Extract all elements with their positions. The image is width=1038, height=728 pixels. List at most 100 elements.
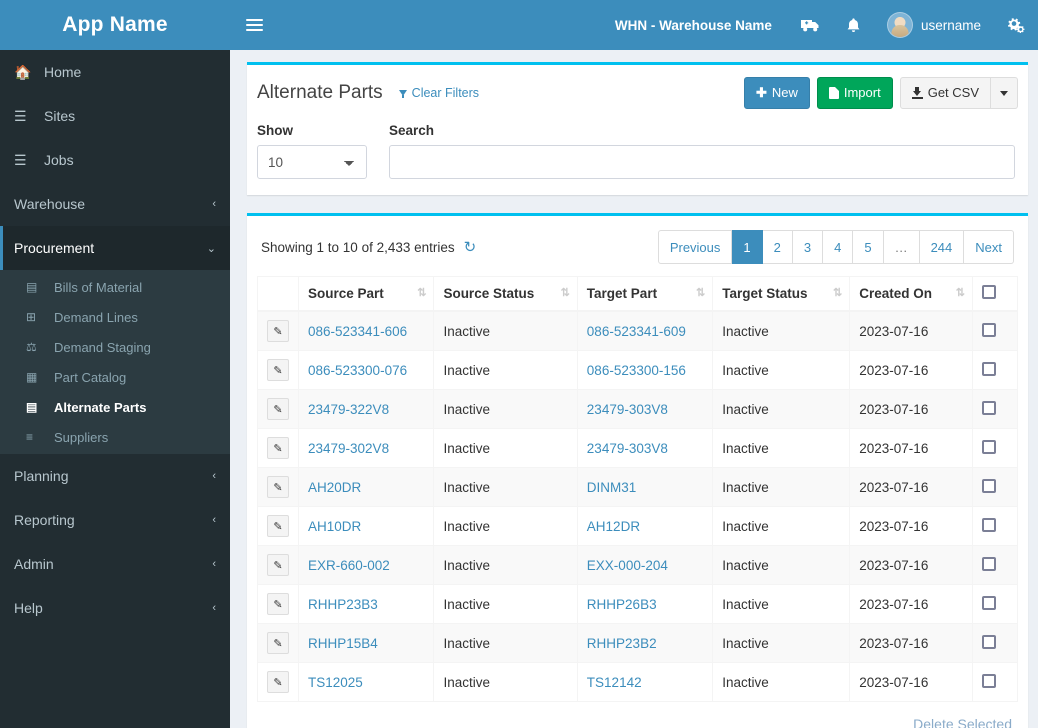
target-part-link[interactable]: RHHP26B3	[587, 597, 657, 612]
source-part-link[interactable]: 23479-302V8	[308, 441, 389, 456]
row-checkbox[interactable]	[982, 322, 996, 337]
source-part-link[interactable]: 086-523300-076	[308, 363, 407, 378]
target-part-link[interactable]: 23479-303V8	[587, 402, 668, 417]
settings-button[interactable]	[994, 0, 1038, 50]
sidebar-item-procurement[interactable]: Procurement ⌄	[0, 226, 230, 270]
column-source-part[interactable]: Source Part ⇅	[297, 276, 435, 313]
sidebar-item-demand-staging[interactable]: ⚖ Demand Staging	[0, 332, 230, 362]
clear-filters-button[interactable]: Clear Filters	[398, 86, 479, 100]
pagination-page-4[interactable]: 4	[823, 230, 854, 265]
cell-select	[972, 310, 1018, 352]
sidebar-item-admin[interactable]: Admin ‹	[0, 542, 230, 586]
notifications-button[interactable]	[833, 0, 874, 50]
sidebar-item-help[interactable]: Help ‹	[0, 586, 230, 630]
source-part-link[interactable]: RHHP23B3	[308, 597, 378, 612]
cell-select	[972, 584, 1018, 625]
pagination-page-5[interactable]: 5	[853, 230, 884, 265]
sidebar-item-bills-of-material[interactable]: ▤ Bills of Material	[0, 272, 230, 302]
source-part-link[interactable]: AH20DR	[308, 480, 361, 495]
edit-row-button[interactable]: ✎	[267, 398, 289, 421]
row-checkbox[interactable]	[982, 400, 996, 415]
get-csv-dropdown-button[interactable]	[991, 77, 1018, 110]
user-menu-button[interactable]: username	[874, 0, 994, 50]
cell-created-on: 2023-07-16	[849, 584, 973, 625]
edit-row-button[interactable]: ✎	[267, 515, 289, 538]
source-part-link[interactable]: TS12025	[308, 675, 363, 690]
edit-row-button[interactable]: ✎	[267, 476, 289, 499]
select-all-checkbox[interactable]	[982, 285, 996, 300]
edit-row-button[interactable]: ✎	[267, 437, 289, 460]
cell-source-status: Inactive	[433, 623, 578, 664]
new-button[interactable]: ✚ New	[743, 77, 810, 110]
row-checkbox[interactable]	[982, 673, 996, 688]
table-icon: ▤	[26, 280, 38, 294]
sidebar-subitem-label: Suppliers	[54, 429, 109, 445]
show-entries-select[interactable]: 10 25 50 100	[257, 145, 367, 180]
pagination-page-244[interactable]: 244	[919, 230, 965, 265]
column-target-part[interactable]: Target Part ⇅	[576, 276, 714, 313]
source-part-link[interactable]: EXR-660-002	[308, 558, 390, 573]
row-checkbox[interactable]	[982, 478, 996, 493]
sidebar-item-alternate-parts[interactable]: ▤ Alternate Parts	[0, 392, 230, 422]
edit-row-button[interactable]: ✎	[267, 632, 289, 655]
sidebar-item-suppliers[interactable]: ≡ Suppliers	[0, 422, 230, 452]
edit-row-button[interactable]: ✎	[267, 593, 289, 616]
cell-target-part: DINM31	[576, 467, 714, 508]
source-part-link[interactable]: 086-523341-606	[308, 324, 407, 339]
target-part-link[interactable]: 23479-303V8	[587, 441, 668, 456]
cell-created-on: 2023-07-16	[849, 545, 973, 586]
get-csv-button[interactable]: Get CSV	[899, 77, 991, 110]
cell-created-on: 2023-07-16	[849, 506, 973, 547]
target-part-link[interactable]: DINM31	[587, 480, 637, 495]
row-checkbox[interactable]	[982, 517, 996, 532]
source-status-text: Inactive	[443, 596, 490, 612]
sidebar-item-sites[interactable]: ☰ Sites	[0, 94, 230, 138]
cell-source-part: AH10DR	[297, 506, 435, 547]
pagination-next[interactable]: Next	[964, 230, 1014, 265]
cell-select	[972, 350, 1018, 391]
column-source-status[interactable]: Source Status ⇅	[433, 276, 578, 313]
target-status-text: Inactive	[722, 362, 769, 378]
sidebar-item-planning[interactable]: Planning ‹	[0, 454, 230, 498]
import-button[interactable]: Import	[816, 77, 893, 110]
edit-row-button[interactable]: ✎	[267, 320, 289, 343]
target-part-link[interactable]: TS12142	[587, 675, 642, 690]
sort-icon: ⇅	[560, 287, 570, 300]
row-checkbox[interactable]	[982, 439, 996, 454]
sidebar-item-part-catalog[interactable]: ▦ Part Catalog	[0, 362, 230, 392]
search-input[interactable]	[389, 145, 1015, 180]
target-part-link[interactable]: AH12DR	[587, 519, 640, 534]
sidebar-item-jobs[interactable]: ☰ Jobs	[0, 138, 230, 182]
edit-row-button[interactable]: ✎	[267, 554, 289, 577]
column-created-on[interactable]: Created On ⇅	[849, 276, 973, 313]
target-part-link[interactable]: RHHP23B2	[587, 636, 657, 651]
delete-selected-button[interactable]: Delete Selected	[913, 716, 1012, 728]
sidebar-item-warehouse[interactable]: Warehouse ‹	[0, 182, 230, 226]
pagination-page-1[interactable]: 1	[732, 230, 763, 265]
source-part-link[interactable]: RHHP15B4	[308, 636, 378, 651]
pagination-page-3[interactable]: 3	[792, 230, 824, 265]
sidebar-subitem-label: Alternate Parts	[54, 399, 147, 415]
row-checkbox[interactable]	[982, 361, 996, 376]
pagination-page-2[interactable]: 2	[762, 230, 793, 265]
row-checkbox[interactable]	[982, 595, 996, 610]
sidebar-item-demand-lines[interactable]: ⊞ Demand Lines	[0, 302, 230, 332]
sidebar-item-reporting[interactable]: Reporting ‹	[0, 498, 230, 542]
row-checkbox[interactable]	[982, 556, 996, 571]
edit-row-button[interactable]: ✎	[267, 359, 289, 382]
source-part-link[interactable]: AH10DR	[308, 519, 361, 534]
source-part-link[interactable]: 23479-322V8	[308, 402, 389, 417]
sidebar-item-home[interactable]: 🏠 Home	[0, 50, 230, 94]
sidebar-toggle-button[interactable]	[230, 0, 278, 50]
refresh-icon[interactable]: ↻	[464, 240, 477, 255]
ambulance-button[interactable]	[788, 0, 833, 50]
app-logo[interactable]: App Name	[0, 0, 230, 50]
target-part-link[interactable]: 086-523341-609	[587, 324, 686, 339]
target-part-link[interactable]: 086-523300-156	[587, 363, 686, 378]
target-part-link[interactable]: EXX-000-204	[587, 558, 668, 573]
edit-row-button[interactable]: ✎	[267, 671, 289, 694]
pagination-previous[interactable]: Previous	[657, 230, 733, 265]
cell-select	[972, 428, 1018, 469]
column-target-status[interactable]: Target Status ⇅	[712, 276, 851, 313]
row-checkbox[interactable]	[982, 634, 996, 649]
